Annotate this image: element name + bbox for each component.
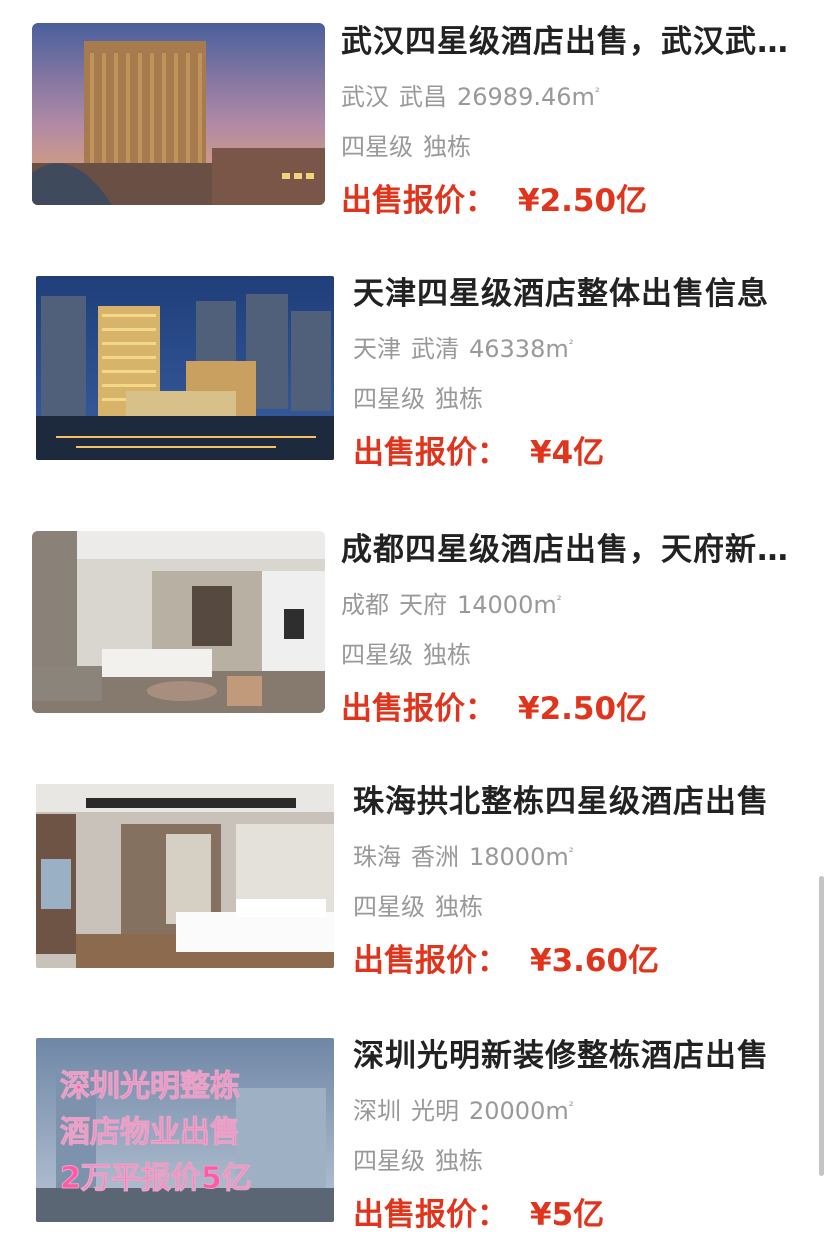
scrollbar[interactable]: [819, 876, 824, 1176]
listing-info: 天津四星级酒店整体出售信息 天津 武清 46338m² 四星级 独栋 出售报价： ¥4亿: [353, 274, 798, 473]
listing-title[interactable]: 深圳光明新装修整栋酒店出售: [353, 1036, 798, 1076]
city: 成都: [341, 591, 389, 619]
area: 18000: [469, 843, 546, 871]
listing-item[interactable]: 深圳光明整栋 酒店物业出售 2万平报价5亿 深圳光明新装修整栋酒店出售 深圳 光明…: [0, 1016, 828, 1246]
listing-location: 深圳 光明 20000m²: [353, 1090, 798, 1127]
area: 14000: [457, 591, 534, 619]
listing-info: 珠海拱北整栋四星级酒店出售 珠海 香洲 18000m² 四星级 独栋 出售报价： ¥3.…: [353, 782, 798, 981]
listing-price: 出售报价： ¥3.60亿: [353, 941, 798, 981]
listing-location: 武汉 武昌 26989.46m²: [341, 76, 798, 113]
tag-type: 独栋: [423, 133, 471, 161]
tag-star: 四星级: [341, 641, 413, 669]
listing-price: 出售报价： ¥2.50亿: [341, 689, 798, 729]
listing-location: 天津 武清 46338m²: [353, 328, 798, 365]
area-unit-sup: ²: [568, 337, 574, 351]
price-label: 出售报价：: [353, 435, 508, 471]
area: 20000: [469, 1097, 546, 1125]
tag-type: 独栋: [435, 1147, 483, 1175]
listing-location: 成都 天府 14000m²: [341, 584, 798, 621]
area: 46338: [469, 335, 546, 363]
overlay-line-1: 深圳光明整栋: [60, 1069, 240, 1104]
city: 武汉: [341, 83, 389, 111]
listing-price: 出售报价： ¥4亿: [353, 433, 798, 473]
listing-tags: 四星级 独栋: [353, 891, 798, 923]
area-unit: m: [571, 83, 595, 111]
tag-type: 独栋: [423, 641, 471, 669]
area: 26989.46: [457, 83, 572, 111]
tag-star: 四星级: [341, 133, 413, 161]
district: 光明: [411, 1097, 459, 1125]
area-unit: m: [533, 591, 557, 619]
price-label: 出售报价：: [353, 943, 508, 979]
listing-item[interactable]: 武汉四星级酒店出售，武汉武昌整栋酒店出售 武汉武昌 26989.46m² 四星级独…: [0, 0, 828, 230]
listing-tags: 四星级 独栋: [341, 639, 798, 671]
listing-item[interactable]: 成都四星级酒店出售，天府新区整栋酒店 成都天府 14000m² 四星级独栋 出售报…: [0, 508, 828, 738]
tag-star: 四星级: [353, 385, 425, 413]
tag-star: 四星级: [353, 893, 425, 921]
price-label: 出售报价：: [353, 1197, 508, 1233]
hotel-photo[interactable]: [36, 784, 334, 968]
listing-info: 武汉四星级酒店出售，武汉武昌整栋酒店出售 武汉武昌 26989.46m² 四星级独…: [341, 22, 798, 221]
district: 武清: [411, 335, 459, 363]
city: 深圳: [353, 1097, 401, 1125]
listing-item[interactable]: 珠海拱北整栋四星级酒店出售 珠海 香洲 18000m² 四星级 独栋 出售报价： ¥3.…: [0, 762, 828, 992]
tag-type: 独栋: [435, 893, 483, 921]
listing-price: 出售报价： ¥2.50亿: [341, 181, 798, 221]
hotel-photo[interactable]: [36, 276, 334, 460]
overlay-line-2: 酒店物业出售: [60, 1115, 240, 1150]
listing-title[interactable]: 成都四星级酒店出售，天府新区整栋酒店: [341, 530, 798, 570]
area-unit: m: [545, 1097, 569, 1125]
price-value: ¥2.50亿: [518, 691, 648, 727]
area-unit: m: [545, 335, 569, 363]
city: 珠海: [353, 843, 401, 871]
listing-title[interactable]: 珠海拱北整栋四星级酒店出售: [353, 782, 798, 822]
area-unit-sup: ²: [556, 593, 562, 607]
tag-star: 四星级: [353, 1147, 425, 1175]
hotel-photo[interactable]: 深圳光明整栋 酒店物业出售 2万平报价5亿: [36, 1038, 334, 1222]
tag-type: 独栋: [435, 385, 483, 413]
price-value: ¥2.50亿: [518, 183, 648, 219]
listing-tags: 四星级 独栋: [353, 1145, 798, 1177]
listing-location: 珠海 香洲 18000m²: [353, 836, 798, 873]
area-unit: m: [545, 843, 569, 871]
district: 香洲: [411, 843, 459, 871]
hotel-photo[interactable]: [32, 23, 325, 205]
district: 天府: [399, 591, 447, 619]
district: 武昌: [399, 83, 447, 111]
listing-tags: 四星级 独栋: [353, 383, 798, 415]
price-label: 出售报价：: [341, 691, 496, 727]
price-label: 出售报价：: [341, 183, 496, 219]
price-value: ¥3.60亿: [530, 943, 660, 979]
listing-item[interactable]: 天津四星级酒店整体出售信息 天津 武清 46338m² 四星级 独栋 出售报价： ¥4亿: [0, 254, 828, 484]
listing-title[interactable]: 武汉四星级酒店出售，武汉武昌整栋酒店出售: [341, 22, 798, 62]
city: 天津: [353, 335, 401, 363]
listing-info: 深圳光明新装修整栋酒店出售 深圳 光明 20000m² 四星级 独栋 出售报价： ¥5亿: [353, 1036, 798, 1235]
hotel-photo[interactable]: [32, 531, 325, 713]
area-unit-sup: ²: [594, 85, 600, 99]
area-unit-sup: ²: [568, 1099, 574, 1113]
overlay-line-3: 2万平报价5亿: [60, 1161, 252, 1196]
price-value: ¥5亿: [530, 1197, 605, 1233]
listing-info: 成都四星级酒店出售，天府新区整栋酒店 成都天府 14000m² 四星级独栋 出售报…: [341, 530, 798, 729]
listing-tags: 四星级 独栋: [341, 131, 798, 163]
area-unit-sup: ²: [568, 845, 574, 859]
listing-title[interactable]: 天津四星级酒店整体出售信息: [353, 274, 798, 314]
listing-price: 出售报价： ¥5亿: [353, 1195, 798, 1235]
price-value: ¥4亿: [530, 435, 605, 471]
